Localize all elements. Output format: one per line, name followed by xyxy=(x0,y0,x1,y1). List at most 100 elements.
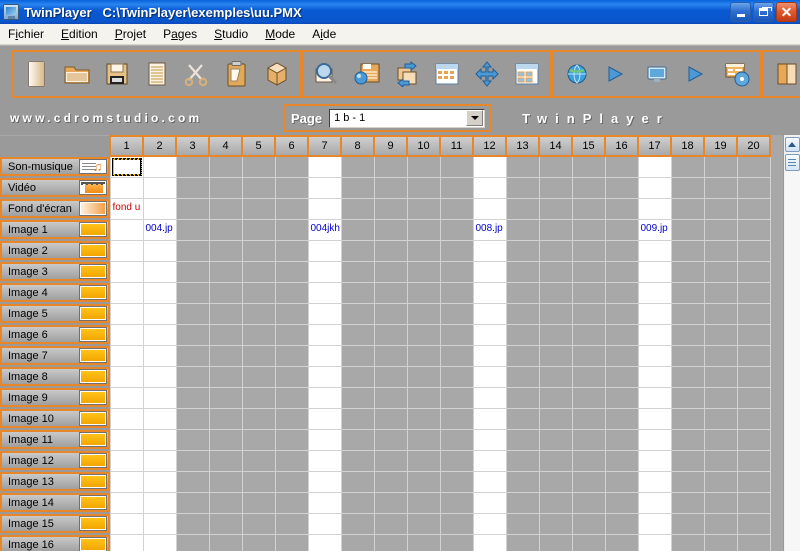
column-header-11[interactable]: 11 xyxy=(439,135,474,157)
grid-cell[interactable] xyxy=(373,176,408,199)
grid-cell[interactable] xyxy=(373,239,408,262)
grid-cell[interactable] xyxy=(307,260,342,283)
grid-cell[interactable] xyxy=(208,155,243,178)
image-swatch-icon[interactable] xyxy=(79,412,106,425)
grid-cell[interactable] xyxy=(439,218,474,241)
grid-cell[interactable] xyxy=(439,428,474,451)
grid-cell[interactable] xyxy=(604,512,639,535)
grid-cell[interactable] xyxy=(637,512,672,535)
grid-cell[interactable] xyxy=(670,512,705,535)
row-header-image-11[interactable]: Image 11 xyxy=(0,429,110,450)
grid-cell[interactable] xyxy=(505,239,540,262)
grid-cell[interactable] xyxy=(142,323,177,346)
grid-cell[interactable] xyxy=(274,302,309,325)
grid-cell[interactable] xyxy=(307,512,342,535)
grid-cell[interactable] xyxy=(538,365,573,388)
grid-cell[interactable] xyxy=(274,344,309,367)
row-header-image-4[interactable]: Image 4 xyxy=(0,282,110,303)
grid-cell[interactable] xyxy=(274,386,309,409)
grid-cell[interactable] xyxy=(274,155,309,178)
grid-cell[interactable] xyxy=(208,239,243,262)
row-header-vid-o[interactable]: Vidéo xyxy=(0,177,110,198)
grid-cell[interactable] xyxy=(340,365,375,388)
grid-cell[interactable] xyxy=(340,533,375,551)
grid-cell[interactable] xyxy=(340,428,375,451)
column-header-10[interactable]: 10 xyxy=(406,135,441,157)
grid-cell[interactable] xyxy=(175,197,210,220)
grid-cell[interactable] xyxy=(604,428,639,451)
grid-cell[interactable] xyxy=(505,449,540,472)
column-header-19[interactable]: 19 xyxy=(703,135,738,157)
grid-cell[interactable] xyxy=(736,491,771,514)
grid-cell[interactable] xyxy=(670,449,705,472)
grid-cell[interactable] xyxy=(406,491,441,514)
grid-cell[interactable] xyxy=(637,428,672,451)
grid-cell[interactable] xyxy=(406,449,441,472)
row-header-image-5[interactable]: Image 5 xyxy=(0,303,110,324)
grid-cell[interactable] xyxy=(241,449,276,472)
grid-cell[interactable] xyxy=(109,428,144,451)
grid-cell[interactable] xyxy=(274,218,309,241)
grid-cell[interactable] xyxy=(571,197,606,220)
grid-cell[interactable] xyxy=(208,218,243,241)
grid-cell[interactable]: 008.jp xyxy=(472,218,507,241)
grid-cell[interactable] xyxy=(538,176,573,199)
grid-cell[interactable] xyxy=(604,344,639,367)
grid-cell[interactable] xyxy=(505,491,540,514)
grid-cell[interactable] xyxy=(571,386,606,409)
grid-cell[interactable] xyxy=(142,512,177,535)
grid-cell[interactable] xyxy=(670,365,705,388)
grid-cell[interactable] xyxy=(736,302,771,325)
grid-cell[interactable] xyxy=(604,533,639,551)
grid-cell[interactable] xyxy=(241,302,276,325)
row-header-inner[interactable]: Image 14 xyxy=(0,493,110,512)
grid-cell[interactable] xyxy=(340,218,375,241)
grid-cell[interactable] xyxy=(736,407,771,430)
grid-cell[interactable] xyxy=(439,512,474,535)
menu-item-fichier[interactable]: Fichier xyxy=(8,27,44,41)
preview-magnifier-icon[interactable] xyxy=(310,55,344,93)
grid-cell[interactable] xyxy=(340,239,375,262)
grid-cell[interactable] xyxy=(373,260,408,283)
grid-cell[interactable] xyxy=(109,365,144,388)
grid-cell[interactable] xyxy=(307,176,342,199)
menu-item-pages[interactable]: Pages xyxy=(163,27,197,41)
grid-cell[interactable] xyxy=(736,470,771,493)
grid-cell[interactable] xyxy=(604,281,639,304)
menu-item-projet[interactable]: Projet xyxy=(115,27,146,41)
grid-cell[interactable] xyxy=(439,470,474,493)
grid-cell[interactable] xyxy=(505,386,540,409)
grid-cell[interactable] xyxy=(109,176,144,199)
grid-cell[interactable] xyxy=(142,197,177,220)
grid-cell[interactable] xyxy=(208,449,243,472)
open-folder-icon[interactable] xyxy=(60,55,94,93)
grid-cell[interactable] xyxy=(373,407,408,430)
grid-cell[interactable] xyxy=(637,449,672,472)
row-header-inner[interactable]: Image 8 xyxy=(0,367,110,386)
grid-cell[interactable] xyxy=(241,533,276,551)
grid-cell[interactable] xyxy=(142,239,177,262)
grid-cell[interactable] xyxy=(340,155,375,178)
grid-cell[interactable] xyxy=(274,491,309,514)
grid-cell[interactable] xyxy=(505,218,540,241)
grid-cell[interactable] xyxy=(670,407,705,430)
grid-cell[interactable] xyxy=(604,218,639,241)
grid-cell[interactable] xyxy=(175,344,210,367)
grid-cell[interactable] xyxy=(472,512,507,535)
row-header-inner[interactable]: Image 3 xyxy=(0,262,110,281)
grid-cell[interactable] xyxy=(670,176,705,199)
grid-cell[interactable] xyxy=(571,281,606,304)
grid-cell[interactable] xyxy=(406,407,441,430)
column-header-13[interactable]: 13 xyxy=(505,135,540,157)
scroll-thumb[interactable] xyxy=(784,154,800,171)
grid-cell[interactable] xyxy=(241,281,276,304)
grid-cell[interactable] xyxy=(472,470,507,493)
row-header-inner[interactable]: Image 9 xyxy=(0,388,110,407)
grid-cell[interactable] xyxy=(109,281,144,304)
grid-cell[interactable] xyxy=(571,344,606,367)
grid-cell[interactable] xyxy=(307,281,342,304)
paste-clipboard-icon[interactable] xyxy=(220,55,254,93)
grid-cell[interactable] xyxy=(274,533,309,551)
row-header-image-8[interactable]: Image 8 xyxy=(0,366,110,387)
grid-cell[interactable] xyxy=(175,407,210,430)
